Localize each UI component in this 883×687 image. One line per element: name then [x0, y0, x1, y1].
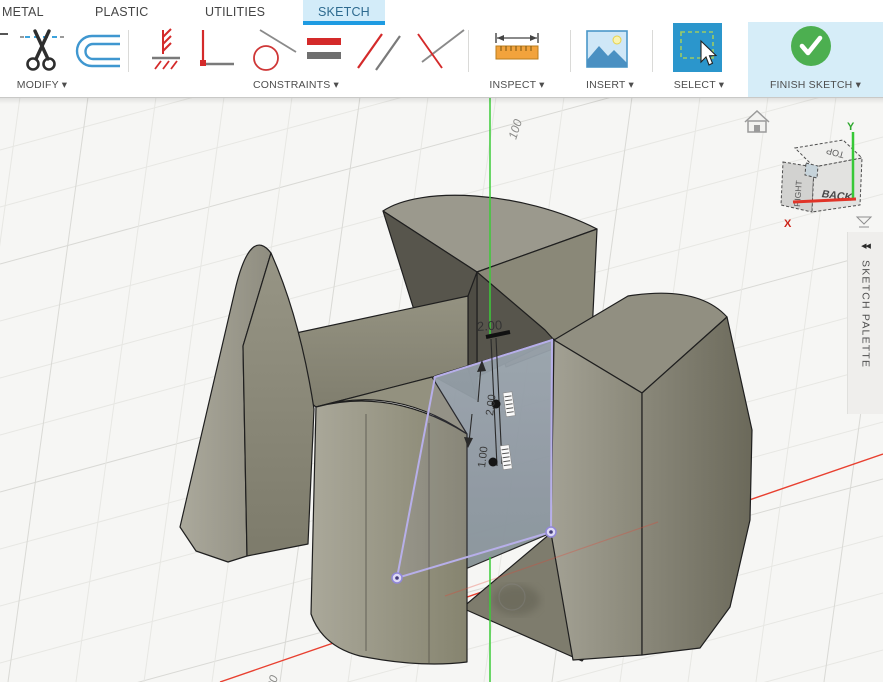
sketch-palette-tab[interactable]: ◀◀ SKETCH PALETTE — [847, 232, 883, 414]
toolbar: METAL PLASTIC UTILITIES SKETCH — [0, 0, 883, 98]
model-face[interactable] — [551, 340, 642, 660]
trim-scissors-icon[interactable] — [20, 28, 64, 79]
fusion-window: METAL PLASTIC UTILITIES SKETCH — [0, 0, 883, 682]
insert-group-label[interactable]: INSERT ▾ — [578, 79, 642, 91]
viewcube-menu-icon[interactable] — [857, 217, 871, 227]
dimension-value-top[interactable]: 2.00 — [476, 317, 502, 334]
inspect-group-label[interactable]: INSPECT ▾ — [485, 79, 549, 91]
tab-metal[interactable]: METAL — [2, 5, 44, 19]
sketch-point[interactable] — [489, 458, 498, 467]
measure-icon[interactable] — [494, 33, 540, 68]
modify-group-label[interactable]: MODIFY ▾ — [10, 79, 74, 91]
divider — [570, 30, 571, 72]
viewcube[interactable]: TOP RIGHT BACK Y X — [745, 111, 871, 230]
tangent-constraint-icon[interactable] — [246, 28, 298, 79]
fix-ground-constraint-icon[interactable] — [150, 28, 182, 79]
sketch-palette-label: SKETCH PALETTE — [860, 260, 872, 368]
sketch-point[interactable] — [392, 573, 402, 583]
parallel-constraint-icon[interactable] — [356, 28, 402, 77]
viewcube-face-front[interactable] — [812, 158, 862, 212]
clipped-tool-icon — [0, 33, 8, 35]
constraints-group-label[interactable]: CONSTRAINTS ▾ — [244, 79, 348, 91]
horizontal-vertical-constraint-icon[interactable] — [194, 28, 236, 79]
divider — [468, 30, 469, 72]
select-icon[interactable] — [673, 23, 722, 77]
equal-constraint-icon[interactable] — [306, 34, 342, 73]
select-group-label[interactable]: SELECT ▾ — [663, 79, 735, 91]
finish-sketch-icon[interactable] — [790, 25, 832, 72]
offset-icon[interactable] — [74, 32, 122, 77]
tab-sketch[interactable]: SKETCH — [318, 5, 370, 19]
insert-image-icon[interactable] — [586, 30, 628, 73]
viewport[interactable]: 100 100 — [0, 97, 883, 682]
expand-palette-icon[interactable]: ◀◀ — [861, 242, 870, 250]
grid-label-100-top: 100 — [506, 117, 526, 141]
divider — [652, 30, 653, 72]
viewcube-y-label: Y — [847, 121, 855, 133]
tab-plastic[interactable]: PLASTIC — [95, 5, 149, 19]
sketch-point[interactable] — [546, 527, 556, 537]
perpendicular-constraint-icon[interactable] — [414, 28, 466, 77]
divider — [128, 30, 129, 72]
canvas[interactable]: 100 100 — [0, 97, 883, 682]
tab-utilities[interactable]: UTILITIES — [205, 5, 265, 19]
tab-sketch-underline — [303, 21, 385, 25]
finish-sketch-label[interactable]: FINISH SKETCH ▾ — [750, 79, 881, 91]
grid-label-100-bottom: 100 — [262, 673, 282, 682]
viewcube-x-label: X — [784, 218, 792, 230]
